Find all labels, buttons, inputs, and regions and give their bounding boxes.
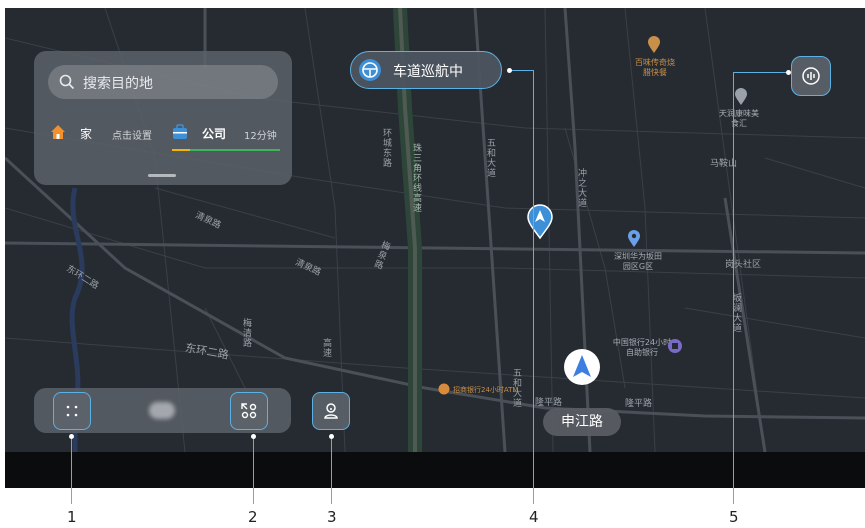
callout-number: 5 [729,508,739,526]
search-input[interactable]: 搜索目的地 [48,65,278,99]
road-label: 坂澜大道 [731,293,741,333]
road-label: 隆平路 [625,399,653,409]
poi-label: 深圳华为坂田园区G区 [614,252,662,271]
callout-number: 1 [67,508,77,526]
vehicle-position-icon [564,349,600,385]
road-label: 高速 [321,338,331,358]
atm-icon [438,383,450,395]
place-label: 岗头社区 [725,260,762,270]
search-card: 搜索目的地 家 点击设置 公司 12分钟 [34,51,292,185]
steering-wheel-icon [359,59,381,81]
callout-line-5 [733,72,734,504]
home-icon[interactable] [50,124,66,140]
lane-cruise-status-pill[interactable]: 车道巡航中 [350,51,502,89]
drag-handle[interactable] [148,174,176,177]
search-placeholder: 搜索目的地 [83,76,153,92]
poi-label: 招商银行24小时ATM [453,386,519,394]
bank-icon [668,339,682,353]
home-label[interactable]: 家 [80,125,92,142]
poi-pin-icon [628,230,640,247]
restaurant-pin-icon [735,88,747,105]
voice-assistant-button[interactable] [791,56,831,96]
callout-line-4 [533,70,534,504]
collapse-grid-icon [241,403,257,419]
poi-label: 天润康味美食汇 [719,109,759,128]
blurred-content [149,402,175,419]
road-label: 冲之大道 [576,168,586,208]
callout-line-3 [331,436,332,504]
road-label: 环城东路 [381,128,391,168]
traffic-bar [172,149,280,151]
callout-dot [251,434,256,439]
current-road-label: 申江路 [543,408,621,436]
restaurant-pin-icon [648,36,660,53]
callout-number: 4 [529,508,539,526]
callout-line-4h [510,70,534,71]
company-icon[interactable] [172,124,188,140]
quick-destinations: 家 点击设置 公司 12分钟 [48,123,280,151]
poi-label: 中国银行24小时自助银行 [612,338,672,357]
road-label: 隆平路 [535,398,563,408]
navigation-profile-button[interactable] [312,392,350,430]
home-hint[interactable]: 点击设置 [112,127,152,142]
road-label: 五和大道 [485,138,495,178]
location-pin-icon [527,204,553,240]
company-eta[interactable]: 12分钟 [244,127,277,142]
apps-button[interactable] [53,392,91,430]
callout-dot [786,70,791,75]
callout-line-2 [253,436,254,504]
apps-icon [66,405,78,417]
callout-dot [69,434,74,439]
bottom-strip [5,452,865,488]
collapse-button[interactable] [230,392,268,430]
navigation-profile-icon [324,403,338,419]
callout-dot [507,68,512,73]
poi-label: 百味传奇烧腊快餐 [635,58,675,77]
callout-number: 2 [248,508,258,526]
voice-assistant-icon [802,67,820,85]
road-label: 梅清路 [241,318,251,348]
callout-line-5h [733,72,789,73]
search-icon [59,74,75,90]
callout-number: 3 [327,508,337,526]
callout-dot [329,434,334,439]
company-label[interactable]: 公司 [202,125,226,142]
callout-line-1 [71,436,72,504]
expressway-label: 珠三角环线高速 [411,143,421,213]
lane-cruise-label: 车道巡航中 [393,64,463,80]
